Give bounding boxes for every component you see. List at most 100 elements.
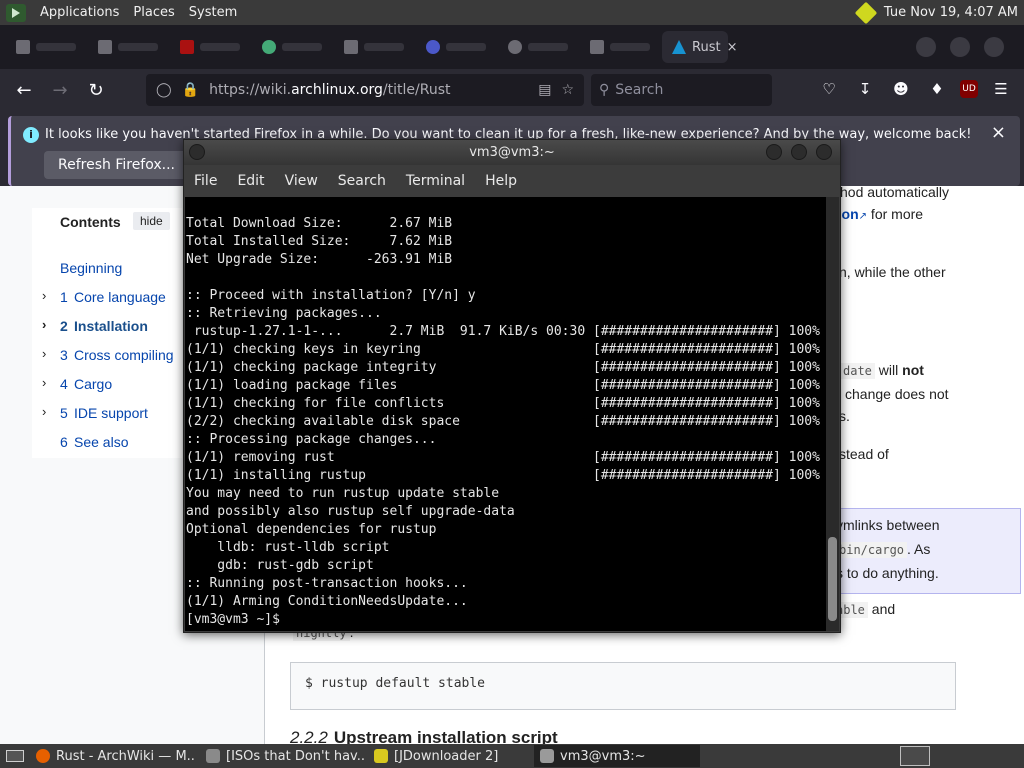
- taskbar-item[interactable]: [ISOs that Don't hav...: [200, 745, 364, 767]
- tab-favicon-icon: [344, 40, 358, 54]
- toc-heading: Contents: [60, 214, 121, 230]
- panel-clock[interactable]: Tue Nov 19, 4:07 AM: [884, 5, 1018, 20]
- network-icon[interactable]: [856, 3, 878, 23]
- maximize-icon[interactable]: [791, 144, 807, 160]
- terminal-line: Total Installed Size: 7.62 MiB: [186, 234, 453, 249]
- forward-button[interactable]: →: [42, 72, 78, 108]
- active-tab-title: Rust: [692, 39, 721, 55]
- menu-file[interactable]: File: [194, 173, 217, 189]
- toc-item[interactable]: › 2 Installation: [42, 317, 174, 347]
- menu-view[interactable]: View: [285, 173, 318, 189]
- bookmark-star-icon[interactable]: ☆: [561, 82, 574, 98]
- close-window-icon[interactable]: [984, 37, 1004, 57]
- tab-close-icon[interactable]: ×: [727, 40, 738, 55]
- extensions-icon[interactable]: ♦: [924, 75, 950, 103]
- menu-applications[interactable]: Applications: [40, 5, 119, 20]
- tab-favicon-icon: [16, 40, 30, 54]
- tab-favicon-icon: [262, 40, 276, 54]
- reader-view-icon[interactable]: ▤: [538, 82, 551, 98]
- table-of-contents: Contents hide Beginning › 1 Core language › 2…: [32, 208, 182, 458]
- terminal-line: :: Proceed with installation? [Y/n] y: [186, 288, 476, 303]
- terminal-line: (2/2) checking available disk space [###…: [186, 414, 820, 429]
- taskbar-item[interactable]: vm3@vm3:~: [534, 745, 700, 767]
- reload-button[interactable]: ↻: [78, 72, 114, 108]
- downloads-icon[interactable]: ↧: [852, 75, 878, 103]
- chevron-right-icon[interactable]: ›: [42, 317, 46, 332]
- browser-tab[interactable]: [580, 31, 662, 63]
- terminal-scrollbar[interactable]: [826, 197, 839, 631]
- refresh-firefox-button[interactable]: Refresh Firefox...: [44, 151, 190, 179]
- chevron-right-icon[interactable]: ›: [42, 346, 46, 361]
- browser-tab-active[interactable]: Rust ×: [662, 31, 737, 63]
- show-desktop-button[interactable]: [0, 745, 30, 767]
- back-button[interactable]: ←: [6, 72, 42, 108]
- notification-close-icon[interactable]: ×: [991, 122, 1006, 143]
- menu-edit[interactable]: Edit: [237, 173, 264, 189]
- terminal-title: vm3@vm3:~: [469, 145, 555, 160]
- chevron-right-icon[interactable]: ›: [42, 404, 46, 419]
- article-text: stead of: [839, 446, 889, 462]
- toc-item[interactable]: › 5 IDE support: [42, 404, 174, 434]
- article-text: able and: [833, 601, 895, 618]
- menu-places[interactable]: Places: [133, 5, 174, 20]
- menu-search[interactable]: Search: [338, 173, 386, 189]
- maximize-icon[interactable]: [950, 37, 970, 57]
- distro-logo-icon[interactable]: [6, 3, 26, 22]
- article-text: change does not: [845, 386, 949, 402]
- hamburger-menu-icon[interactable]: ☰: [988, 75, 1014, 103]
- toc-item[interactable]: › 1 Core language: [42, 288, 174, 318]
- url-bar[interactable]: ◯ 🔒 https://wiki.archlinux.org/title/Rus…: [146, 74, 584, 106]
- terminal-line: rustup-1.27.1-1-... 2.7 MiB 91.7 KiB/s 0…: [186, 324, 820, 339]
- scrollbar-thumb[interactable]: [828, 537, 837, 621]
- terminal-line: (1/1) Arming ConditionNeedsUpdate...: [186, 594, 468, 609]
- ublock-icon[interactable]: UD: [960, 80, 978, 98]
- browser-tab[interactable]: [252, 31, 334, 63]
- taskbar-item[interactable]: Rust - ArchWiki — M...: [30, 745, 196, 767]
- toc-list: Beginning › 1 Core language › 2 Installation › 3…: [42, 260, 174, 463]
- browser-tab[interactable]: [334, 31, 416, 63]
- chevron-right-icon[interactable]: ›: [42, 375, 46, 390]
- chevron-right-icon[interactable]: ›: [42, 288, 46, 303]
- url-text[interactable]: https://wiki.archlinux.org/title/Rust: [209, 82, 450, 98]
- pocket-icon[interactable]: ♡: [816, 75, 842, 103]
- top-panel: Applications Places System Tue Nov 19, 4…: [0, 0, 1024, 25]
- terminal-titlebar[interactable]: vm3@vm3:~: [184, 140, 840, 165]
- account-icon[interactable]: ☻: [888, 75, 914, 103]
- terminal-line: (1/1) loading package files [###########…: [186, 378, 820, 393]
- toc-hide-button[interactable]: hide: [133, 212, 170, 230]
- terminal-window: vm3@vm3:~ File Edit View Search Terminal…: [183, 139, 841, 633]
- toc-item[interactable]: › 4 Cargo: [42, 375, 174, 405]
- window-menu-icon[interactable]: [189, 144, 205, 160]
- toc-item[interactable]: 6 See also: [42, 434, 174, 463]
- toc-item[interactable]: › 3 Cross compiling: [42, 346, 174, 376]
- menu-terminal[interactable]: Terminal: [406, 173, 465, 189]
- article-text: date will not: [840, 362, 924, 379]
- terminal-line: :: Retrieving packages...: [186, 306, 382, 321]
- browser-tab[interactable]: [498, 31, 580, 63]
- toc-item[interactable]: Beginning: [42, 260, 174, 289]
- minimize-icon[interactable]: [766, 144, 782, 160]
- browser-tab-bar: Rust ×: [0, 25, 1024, 69]
- workspace-switcher[interactable]: [900, 746, 930, 766]
- browser-tab[interactable]: [170, 31, 252, 63]
- terminal-icon: [540, 749, 554, 763]
- menu-system[interactable]: System: [189, 5, 237, 20]
- terminal-menubar: File Edit View Search Terminal Help: [184, 165, 840, 197]
- taskbar-item[interactable]: [JDownloader 2]: [368, 745, 530, 767]
- tab-favicon-icon: [426, 40, 440, 54]
- minimize-icon[interactable]: [916, 37, 936, 57]
- terminal-line: (1/1) installing rustup [###############…: [186, 468, 820, 483]
- jdownloader-icon: [374, 749, 388, 763]
- menu-help[interactable]: Help: [485, 173, 517, 189]
- tracking-shield-icon[interactable]: ◯: [156, 82, 172, 98]
- article-text: tion↗ for more: [833, 206, 924, 222]
- lock-icon[interactable]: 🔒: [182, 82, 199, 98]
- search-input[interactable]: ⚲ Search: [591, 74, 772, 106]
- close-window-icon[interactable]: [816, 144, 832, 160]
- terminal-line: (1/1) checking package integrity [######…: [186, 360, 820, 375]
- browser-tab[interactable]: [6, 31, 88, 63]
- browser-tab[interactable]: [88, 31, 170, 63]
- browser-tab[interactable]: [416, 31, 498, 63]
- terminal-output[interactable]: Total Download Size: 2.67 MiB Total Insta…: [185, 197, 827, 631]
